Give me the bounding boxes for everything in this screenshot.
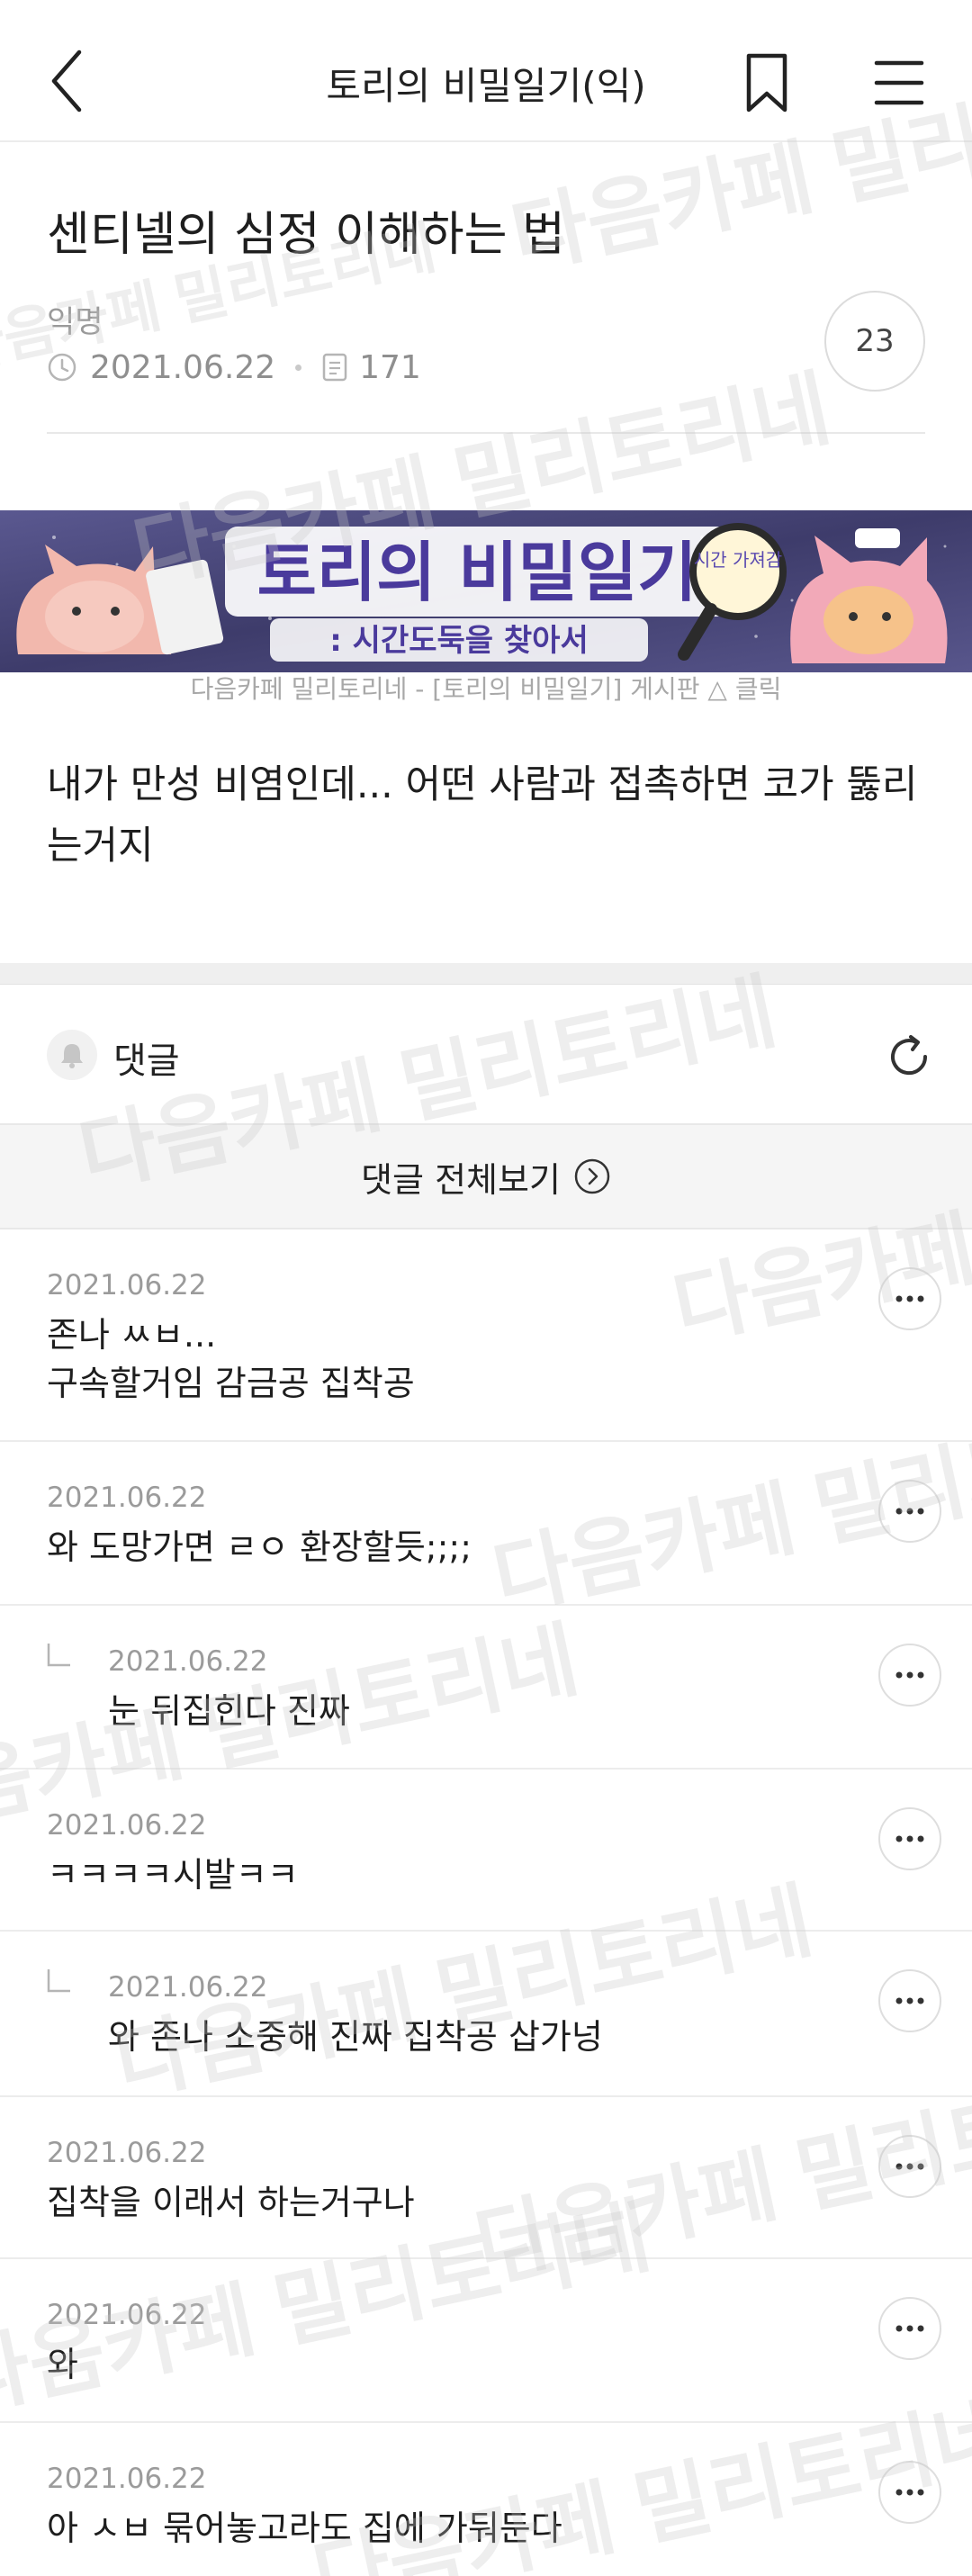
- more-options-button[interactable]: [878, 1267, 941, 1330]
- comment-text: 존나 ㅆㅂ... 구속할거임 감금공 집착공: [47, 1315, 415, 1403]
- comment-date: 2021.06.22: [108, 1645, 268, 1678]
- comment-date: 2021.06.22: [47, 1809, 207, 1842]
- comment-date: 2021.06.22: [47, 1269, 207, 1302]
- comment-text: 와 존나 소중해 진짜 집착공 삽가넝: [108, 2017, 603, 2057]
- ellipsis-icon: [896, 1508, 924, 1515]
- bell-icon[interactable]: [47, 1030, 97, 1080]
- comment-count-button[interactable]: 23: [824, 291, 925, 392]
- more-options-button[interactable]: [878, 2297, 941, 2360]
- post-title: 센티넬의 심정 이해하는 법: [47, 208, 565, 262]
- comment-date: 2021.06.22: [47, 2137, 207, 2169]
- reply-arrow-icon: [47, 1969, 70, 1993]
- separator-dot: [295, 364, 302, 371]
- comment-text: 아 ㅅㅂ 묶어놓고라도 집에 가둬둔다: [47, 2508, 562, 2548]
- comment-item: 2021.06.22 와 도망가면 ㄹㅇ 환장할듯;;;;: [0, 1442, 972, 1606]
- post-meta: 2021.06.22 171: [47, 346, 421, 389]
- refresh-icon[interactable]: [882, 1030, 936, 1084]
- page-title: 토리의 비밀일기(익): [326, 64, 646, 108]
- comment-date: 2021.06.22: [47, 1482, 207, 1514]
- comment-text: 와: [47, 2345, 78, 2384]
- document-icon: [322, 353, 347, 382]
- more-options-button[interactable]: [878, 1644, 941, 1707]
- reply-arrow-icon: [47, 1644, 70, 1667]
- banner-title: 토리의 비밀일기: [257, 535, 698, 610]
- banner-badge: 시간 가져감: [694, 549, 782, 571]
- comment-text: 와 도망가면 ㄹㅇ 환장할듯;;;;: [47, 1527, 472, 1567]
- view-all-comments-button[interactable]: 댓글 전체보기: [0, 1123, 972, 1229]
- banner-illustration: 토리의 비밀일기 : 시간도둑을 찾아서 시간 가져감: [0, 510, 972, 672]
- more-options-button[interactable]: [878, 1807, 941, 1870]
- chevron-right-circle-icon: [574, 1158, 610, 1194]
- post-author[interactable]: 익명: [47, 297, 104, 341]
- section-separator: [0, 963, 972, 985]
- more-options-button[interactable]: [878, 2461, 941, 2524]
- chevron-left-icon[interactable]: [45, 47, 99, 115]
- banner-caption-link[interactable]: 다음카페 밀리토리네 - [토리의 비밀일기] 게시판 △ 클릭: [0, 670, 972, 706]
- ellipsis-icon: [896, 1671, 924, 1679]
- comment-item: 2021.06.22 ㅋㅋㅋㅋ시발ㅋㅋ: [0, 1770, 972, 1932]
- comment-date: 2021.06.22: [108, 1971, 268, 2004]
- view-all-label: 댓글 전체보기: [361, 1159, 561, 1200]
- comment-item: 2021.06.22 존나 ㅆㅂ... 구속할거임 감금공 집착공: [0, 1229, 972, 1442]
- comment-item: 2021.06.22 집착을 이래서 하는거구나: [0, 2097, 972, 2259]
- ellipsis-icon: [896, 1835, 924, 1842]
- post-views: 171: [359, 348, 421, 386]
- ellipsis-icon: [896, 2489, 924, 2496]
- ellipsis-icon: [896, 2163, 924, 2170]
- hamburger-menu-icon[interactable]: [871, 58, 927, 108]
- banner-subtitle: : 시간도둑을 찾아서: [329, 623, 589, 659]
- divider: [47, 432, 925, 434]
- comment-text: 집착을 이래서 하는거구나: [47, 2183, 415, 2222]
- more-options-button[interactable]: [878, 1969, 941, 2032]
- post-body: 내가 만성 비염인데... 어떤 사람과 접촉하면 코가 뚫리는거지: [47, 762, 918, 869]
- top-bar: 토리의 비밀일기(익): [0, 0, 972, 142]
- clock-icon: [48, 353, 76, 382]
- reply-comment: 2021.06.22 눈 뒤집힌다 진짜: [0, 1606, 972, 1770]
- reply-comment: 2021.06.22 와 존나 소중해 진짜 집착공 삽가넝: [0, 1932, 972, 2097]
- comment-item: 2021.06.22 아 ㅅㅂ 묶어놓고라도 집에 가둬둔다: [0, 2423, 972, 2576]
- comment-text: ㅋㅋㅋㅋ시발ㅋㅋ: [47, 1855, 299, 1895]
- comment-date: 2021.06.22: [47, 2299, 207, 2331]
- comment-item: 2021.06.22 와: [0, 2259, 972, 2423]
- post-date: 2021.06.22: [90, 348, 276, 386]
- ellipsis-icon: [896, 1295, 924, 1302]
- more-options-button[interactable]: [878, 1480, 941, 1543]
- ellipsis-icon: [896, 1997, 924, 2004]
- ellipsis-icon: [896, 2325, 924, 2332]
- comments-label: 댓글: [113, 1040, 180, 1082]
- comment-text: 눈 뒤집힌다 진짜: [108, 1691, 350, 1731]
- cafe-banner[interactable]: 토리의 비밀일기 : 시간도둑을 찾아서 시간 가져감: [0, 510, 972, 672]
- bookmark-icon[interactable]: [740, 50, 794, 115]
- comment-date: 2021.06.22: [47, 2463, 207, 2495]
- more-options-button[interactable]: [878, 2135, 941, 2198]
- comment-count: 23: [855, 323, 895, 359]
- comments-header: 댓글: [0, 985, 972, 1123]
